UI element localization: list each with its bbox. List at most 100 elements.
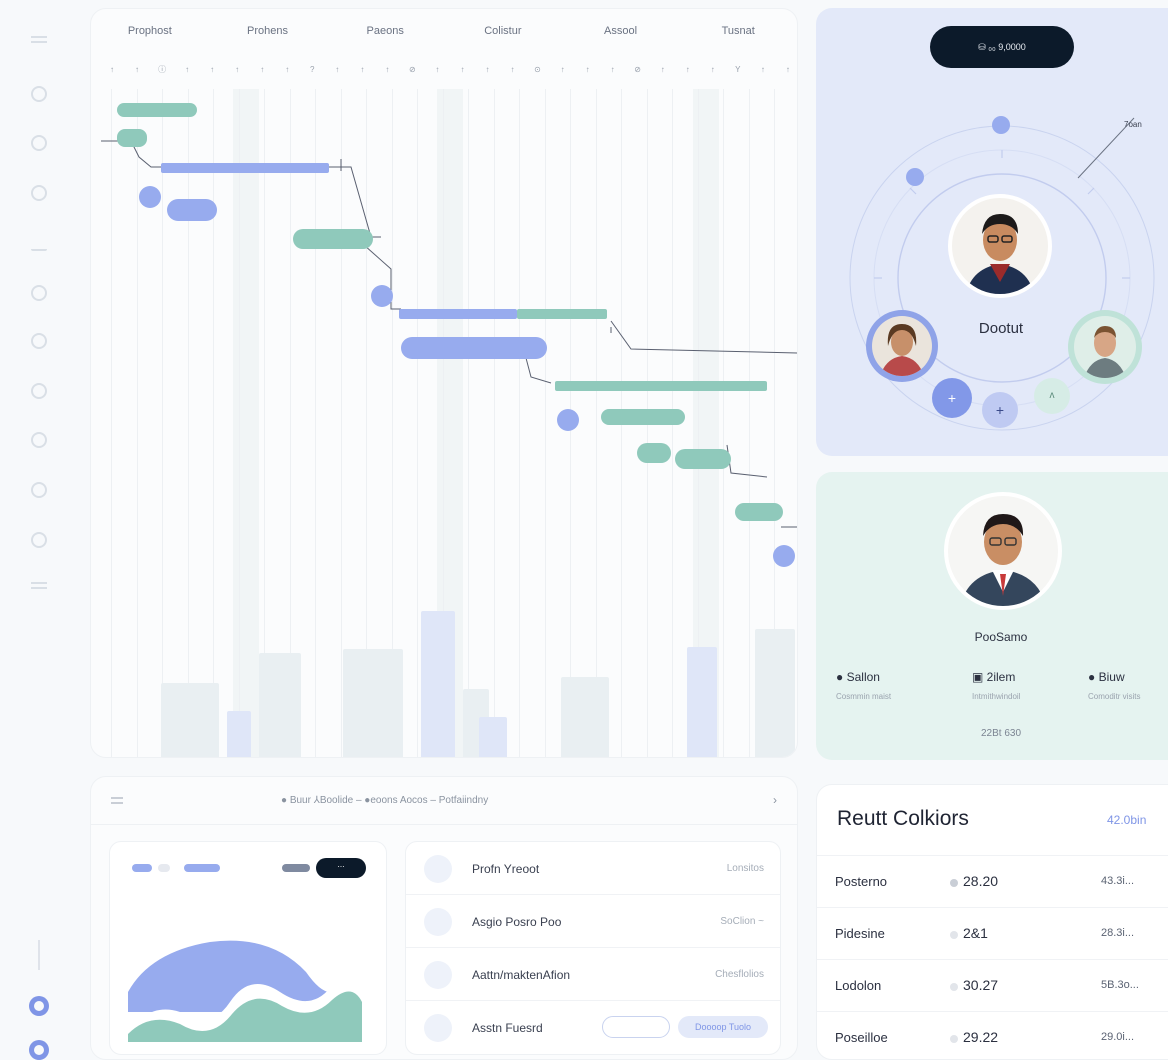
contact-meta: SoClion ~ [720,916,764,927]
status-ring-icon-2[interactable] [29,1040,49,1060]
nav-icon-9[interactable] [31,482,47,498]
row-name: Poseilloe [835,1030,888,1045]
row-value: 2&1 [963,925,988,941]
row-name: Pidesine [835,926,885,941]
profile-panel: PooSamo ● Sallon Cosmmin maist ▣ 2ilem I… [816,472,1168,760]
row-extra: 43.3i... [1101,875,1135,887]
bottom-toolbar: ● Buur ⅄Boolide – ●eoons Aocos – Potfaii… [91,777,797,825]
nav-icon-3[interactable] [31,185,47,201]
center-avatar[interactable] [948,194,1052,298]
list-item[interactable]: Asstn Fuesrd Doooop Tuolo [406,1001,780,1054]
stat-icon: ▣ [972,670,987,684]
gantt-bar[interactable] [399,309,517,319]
contact-name: Aattn/maktenAfion [472,968,571,982]
stat-sub: Cosmmin maist [836,692,892,701]
gantt-bar[interactable] [401,337,547,359]
row-name: Posterno [835,874,888,889]
table-row[interactable]: Posterno 28.20 43.3i... [817,855,1168,907]
gantt-bar[interactable] [293,229,373,249]
stat-sub: Comoditr visits [1088,692,1141,701]
nav-icon-10[interactable] [31,532,47,548]
toolbar-legend[interactable]: ● Buur ⅄Boolide – ●eoons Aocos – Potfaii… [281,795,488,806]
gantt-bar[interactable] [735,503,783,521]
row-dot [950,1035,958,1043]
table-row[interactable]: Poseilloe 29.22 29.0i... [817,1011,1168,1059]
list-item[interactable]: Profn Yreoot Lonsitos [406,842,780,895]
contact-meta: Lonsitos [726,863,764,874]
status-ring-icon[interactable] [29,996,49,1016]
contact-action-button[interactable]: Doooop Tuolo [678,1016,768,1038]
contact-avatar [424,1014,452,1042]
profile-stat: ▣ 2ilem Intmithwindoil [972,670,1072,701]
results-summary[interactable]: 42.0bin [1107,813,1146,827]
member-avatar[interactable] [1068,310,1142,384]
gantt-bar[interactable] [675,449,731,469]
list-item[interactable]: Asgio Posro Poo SoClion ~ [406,895,780,948]
row-dot [950,879,958,887]
row-value: 30.27 [963,977,999,993]
stat-icon: ● [1088,670,1099,684]
nav-icon-4[interactable] [31,235,47,251]
bottom-panel: ● Buur ⅄Boolide – ●eoons Aocos – Potfaii… [90,776,798,1060]
gantt-bar[interactable] [117,129,147,147]
stat-icon: ● [836,670,847,684]
nav-icon-5[interactable] [31,285,47,301]
legend-chip[interactable] [184,864,220,872]
row-name: Lodolon [835,978,882,993]
row-extra: 5B.3o... [1101,979,1139,991]
menu-icon[interactable] [111,797,123,799]
stat-sub: Intmithwindoil [972,692,1021,701]
member-avatar[interactable] [866,310,938,382]
gantt-bar[interactable] [637,443,671,463]
profile-stat: ● Sallon Cosmmin maist [836,670,936,701]
expand-button[interactable]: ʌ [1034,378,1070,414]
gantt-milestone[interactable] [371,285,393,307]
gantt-milestone[interactable] [557,409,579,431]
gantt-bar[interactable] [167,199,217,221]
profile-value: 22Bt 630 [980,728,1022,739]
stat-title: Sallon [846,670,880,684]
row-value: 28.20 [963,873,999,889]
gantt-milestone[interactable] [773,545,795,567]
gantt-milestone[interactable] [139,186,161,208]
row-value: 29.22 [963,1029,999,1045]
nav-icon-1[interactable] [31,86,47,102]
more-icon[interactable] [31,582,47,584]
table-row[interactable]: Pidesine 2&1 28.3i... [817,907,1168,959]
nav-icon-6[interactable] [31,333,47,349]
gantt-panel: Prophost Prohens Paeons Colistur Assool … [90,8,798,758]
chart-toggle-button[interactable]: ⋯ [316,858,366,878]
row-extra: 29.0i... [1101,1031,1135,1043]
legend-chip[interactable] [282,864,310,872]
list-item[interactable]: Aattn/maktenAfion Chesflolios [406,948,780,1001]
gantt-bar[interactable] [555,381,767,391]
gantt-bar[interactable] [161,163,329,173]
legend-chip[interactable] [132,864,152,872]
row-dot [950,983,958,991]
table-row[interactable]: Lodolon 30.27 5B.3o... [817,959,1168,1011]
row-extra: 28.3i... [1101,927,1135,939]
add-member-button[interactable]: + [932,378,972,418]
chevron-right-icon[interactable]: › [773,793,777,807]
nav-icon-2[interactable] [31,135,47,151]
person-photo [1074,316,1136,378]
add-member-button-2[interactable]: + [982,392,1018,428]
legend-chip[interactable] [158,864,170,872]
orbit-label: 7oan [1124,120,1142,129]
person-photo [948,496,1058,606]
contact-input[interactable] [602,1016,670,1038]
contact-name: Asgio Posro Poo [472,915,562,929]
menu-icon[interactable] [31,36,47,38]
contact-avatar [424,908,452,936]
gantt-bar[interactable] [601,409,685,425]
gantt-bar[interactable] [117,103,197,117]
profile-avatar[interactable] [944,492,1062,610]
nav-icon-7[interactable] [31,383,47,399]
center-person-name: Dootut [978,320,1024,337]
orbit-marker[interactable] [992,116,1010,134]
contact-name: Asstn Fuesrd [472,1021,543,1035]
orbit-marker[interactable] [906,168,924,186]
nav-icon-8[interactable] [31,432,47,448]
contact-name: Profn Yreoot [472,862,540,876]
gantt-bar[interactable] [517,309,607,319]
